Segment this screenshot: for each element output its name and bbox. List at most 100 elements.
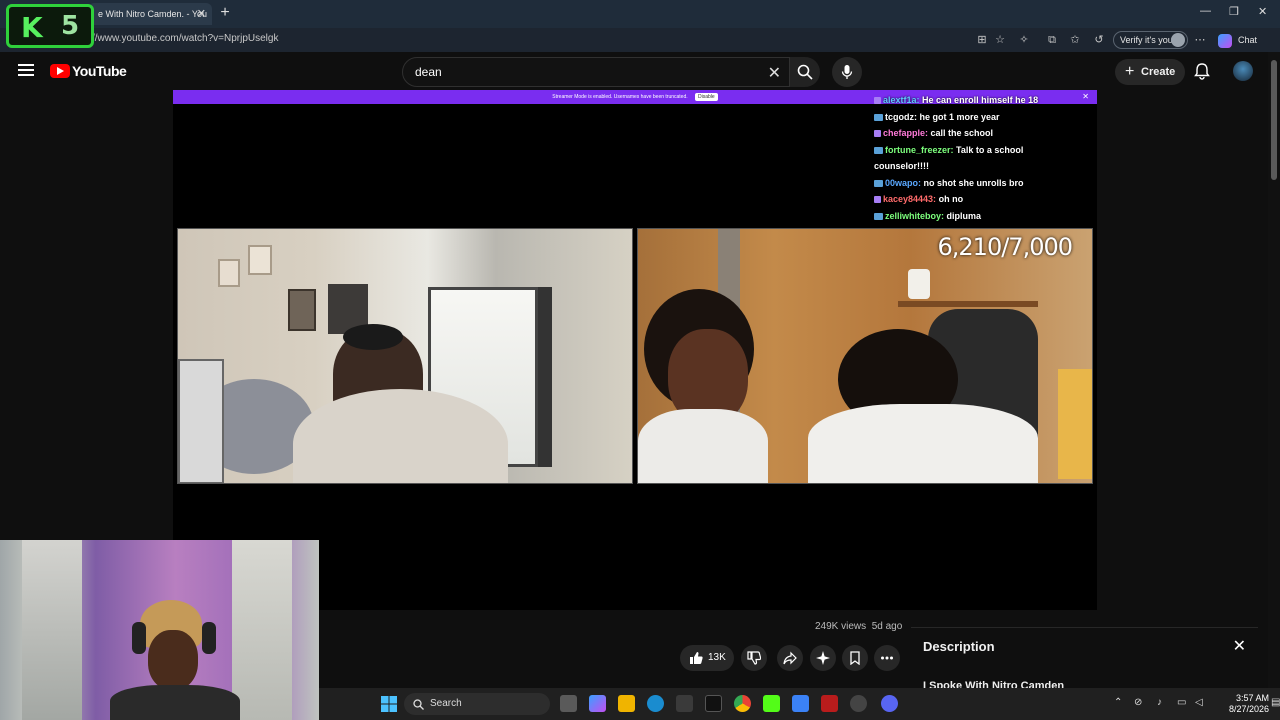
lamp — [908, 269, 930, 299]
chrome-icon[interactable] — [734, 695, 751, 712]
browser-tab-bar: e With Nitro Camden. - You ✕ + — ❐ ✕ — [0, 0, 1280, 28]
more-actions-button[interactable] — [874, 645, 900, 671]
extensions-icon[interactable]: ✧ — [1016, 32, 1032, 48]
copilot-app-icon[interactable] — [589, 695, 606, 712]
stream-camera-left — [177, 228, 633, 484]
person-shirt — [638, 409, 768, 483]
chat-message: tcgodz: he got 1 more year — [874, 109, 1096, 126]
history-icon[interactable]: ↺ — [1091, 32, 1107, 48]
new-tab-icon[interactable]: + — [216, 4, 234, 22]
network-off-icon[interactable]: ⊘ — [1134, 697, 1142, 708]
streamer-shirt — [110, 685, 240, 720]
chat-label: Chat — [1238, 35, 1258, 45]
tab-close-icon[interactable]: ✕ — [197, 3, 206, 25]
create-button[interactable]: + Create — [1115, 59, 1185, 85]
file-explorer-icon[interactable] — [618, 695, 635, 712]
chat-text: He can enroll himself he 18 — [922, 95, 1039, 105]
network-icon[interactable]: ▭ — [1177, 697, 1186, 708]
notifications-icon[interactable]: ▤ — [1271, 697, 1280, 708]
system-clock[interactable]: 3:57 AM 8/27/2026 — [1209, 693, 1269, 715]
show-hidden-icons[interactable]: ⌃ — [1114, 697, 1122, 708]
curtain — [538, 287, 552, 467]
chat-text: Talk to a school — [956, 144, 1024, 155]
page-scrollbar[interactable] — [1268, 52, 1280, 692]
stream-chat-overlay: alextf1a: He can enroll himself he 18 tcg… — [874, 92, 1096, 224]
windows-taskbar: Search ⌃ ⊘ ♪ ▭ ◁ 3:57 AM 8/27/2026 ▤ — [319, 688, 1280, 720]
chat-text: he got 1 more year — [919, 111, 1000, 122]
split-screen-icon[interactable]: ⧉ — [1044, 32, 1060, 48]
video-player[interactable]: Streamer Mode is enabled. Usernames have… — [173, 90, 1097, 610]
verify-profile-button[interactable]: Verify it's you — [1113, 31, 1188, 49]
address-bar: //www.youtube.com/watch?v=NprjpUselgk ⊞ … — [0, 28, 1280, 52]
windows-start-icon[interactable] — [381, 696, 397, 712]
wall-frame — [248, 245, 272, 275]
microphone-tray-icon[interactable]: ♪ — [1157, 697, 1162, 708]
microphone-icon — [841, 65, 853, 79]
voice-search-button[interactable] — [832, 57, 862, 87]
chat-username: fortune_freezer: — [885, 144, 954, 155]
notifications-bell-icon[interactable] — [1194, 63, 1210, 80]
menu-icon[interactable] — [18, 64, 34, 76]
search-icon — [413, 699, 424, 710]
chat-message: kacey84443: oh no — [874, 191, 1096, 208]
search-icon — [797, 64, 813, 80]
streamer-face — [148, 630, 198, 690]
dislike-button[interactable] — [741, 645, 767, 671]
voicemod-icon[interactable] — [821, 695, 838, 712]
scrollbar-thumb[interactable] — [1271, 60, 1277, 180]
chat-badge-icon — [874, 97, 881, 105]
store-icon[interactable] — [676, 695, 693, 712]
sub-goal-counter: 6,210/7,000 — [937, 233, 1073, 261]
curtain — [232, 540, 292, 720]
chat-text: dipluma — [946, 210, 982, 221]
description-panel: Description ✕ I Spoke With Nitro Camden — [911, 627, 1258, 693]
clock-time: 3:57 AM — [1235, 693, 1269, 703]
youtube-logo-icon[interactable] — [50, 64, 70, 78]
create-label: Create — [1141, 66, 1176, 78]
logo-letter: K — [21, 11, 43, 44]
chat-username: 00wapo: — [885, 177, 922, 188]
sign-board — [178, 359, 224, 483]
description-title: Description — [923, 639, 995, 654]
edge-browser-icon[interactable] — [647, 695, 664, 712]
terminal-icon[interactable] — [705, 695, 722, 712]
more-menu-icon[interactable]: ⋯ — [1192, 32, 1208, 48]
volume-icon[interactable]: ◁ — [1195, 697, 1203, 708]
chat-text: oh no — [938, 194, 964, 204]
settings-app-icon[interactable] — [850, 695, 867, 712]
wall-frame — [218, 259, 240, 287]
app-available-icon[interactable]: ⊞ — [974, 32, 990, 48]
ask-ai-button[interactable] — [810, 645, 836, 671]
share-button[interactable] — [777, 645, 803, 671]
chat-message: 00wapo: no shot she unrolls bro — [874, 175, 1096, 192]
save-button[interactable] — [842, 645, 868, 671]
kick-app-icon[interactable] — [763, 695, 780, 712]
favorite-star-icon[interactable]: ☆ — [992, 32, 1008, 48]
search-input[interactable]: dean ✕ — [402, 57, 790, 87]
window-close-icon[interactable]: ✕ — [1258, 5, 1267, 18]
maximize-icon[interactable]: ❐ — [1229, 5, 1239, 18]
more-horizontal-icon — [881, 656, 893, 660]
youtube-logo-text[interactable]: YouTube — [72, 63, 127, 79]
streamer-logo-overlay: K 5 — [6, 4, 94, 48]
chat-message: counselor!!!! — [874, 158, 1096, 175]
favorites-icon[interactable]: ✩ — [1067, 32, 1083, 48]
like-button[interactable]: 13K — [680, 645, 734, 671]
chat-text: call the school — [930, 128, 994, 138]
chat-badge-icon — [874, 130, 881, 138]
task-view-icon[interactable] — [560, 695, 577, 712]
copilot-chat-button[interactable]: Chat — [1218, 31, 1257, 49]
discord-icon[interactable] — [881, 695, 898, 712]
chat-username: zelliwhiteboy: — [885, 210, 945, 221]
taskbar-search[interactable]: Search — [404, 693, 550, 715]
chat-message: fortune_freezer: Talk to a school — [874, 142, 1096, 159]
minimize-icon[interactable]: — — [1200, 5, 1211, 17]
url-field[interactable]: //www.youtube.com/watch?v=NprjpUselgk — [92, 33, 278, 44]
chat-badge-icon — [874, 212, 883, 220]
description-close-icon[interactable]: ✕ — [1233, 636, 1246, 656]
search-button[interactable] — [790, 57, 820, 87]
clear-search-icon[interactable]: ✕ — [768, 63, 781, 83]
account-avatar[interactable] — [1233, 61, 1253, 81]
notepad-icon[interactable] — [792, 695, 809, 712]
browser-tab[interactable]: e With Nitro Camden. - You ✕ — [88, 3, 212, 25]
